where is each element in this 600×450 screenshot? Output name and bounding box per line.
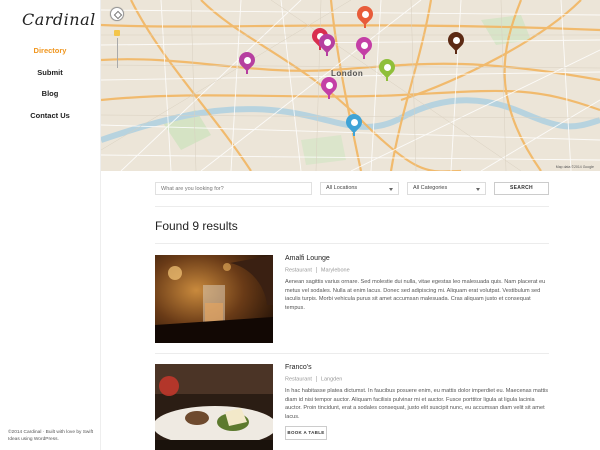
map-view[interactable]: London Map data ©2014 Google [101,0,600,171]
search-button[interactable]: SEARCH [494,182,549,195]
listing-area[interactable]: Marylebone [321,267,350,273]
listing-image-francos[interactable] [155,364,273,450]
map-pan-control[interactable] [110,7,124,21]
search-input[interactable] [155,182,312,195]
map-pin-icon[interactable] [235,48,259,74]
category-select-value: All Categories [413,185,448,191]
map-pin-icon[interactable] [342,110,366,136]
results-count-title: Found 9 results [155,219,238,233]
listing-area[interactable]: Langden [321,376,342,382]
footer-credit: ©2014 Cardinal · Built with love by Swif… [8,430,94,442]
map-pin-icon[interactable] [444,28,468,54]
chevron-down-icon [389,188,393,191]
listing-title[interactable]: Amalfi Lounge [285,255,330,262]
bar-photo [155,255,273,343]
divider [155,353,549,354]
meta-separator [315,267,317,273]
divider [155,206,549,207]
food-photo [155,364,273,450]
book-a-table-button[interactable]: BOOK A TABLE [285,426,327,440]
meta-separator [315,376,317,382]
map-streets [101,0,600,171]
listing-meta: Restaurant Marylebone [285,267,350,273]
listing-category[interactable]: Restaurant [285,267,312,273]
location-select[interactable]: All Locations [320,182,399,195]
nav-item-contact-us[interactable]: Contact Us [0,109,100,131]
sidebar: Cardinal Directory Submit Blog Contact U… [0,0,101,450]
nav-item-directory[interactable]: Directory [0,44,100,66]
nav-item-blog[interactable]: Blog [0,87,100,109]
location-select-value: All Locations [326,185,358,191]
map-pin-icon[interactable] [353,2,377,28]
listing-image-amalfi-lounge[interactable] [155,255,273,343]
listing-title[interactable]: Franco's [285,364,312,371]
listing-description: In hac habitasse platea dictumst. In fau… [285,388,549,420]
zoom-slider[interactable] [116,38,118,68]
zoom-in-icon[interactable] [114,30,120,36]
map-zoom-control[interactable] [114,30,120,70]
map-pin-icon[interactable] [375,55,399,81]
category-select[interactable]: All Categories [407,182,486,195]
map-pin-icon[interactable] [317,73,341,99]
nav-item-submit[interactable]: Submit [0,66,100,88]
main-nav: Directory Submit Blog Contact Us [0,44,100,130]
chevron-down-icon [476,188,480,191]
map-pin-icon[interactable] [352,33,376,59]
listing-description: Aenean sagittis varius ornare. Sed moles… [285,279,546,311]
map-credit: Map data ©2014 Google [555,165,594,169]
listing-category[interactable]: Restaurant [285,376,312,382]
map-pin-icon[interactable] [315,30,339,56]
listing-meta: Restaurant Langden [285,376,342,382]
divider [155,243,549,244]
site-logo[interactable]: Cardinal [22,10,96,29]
